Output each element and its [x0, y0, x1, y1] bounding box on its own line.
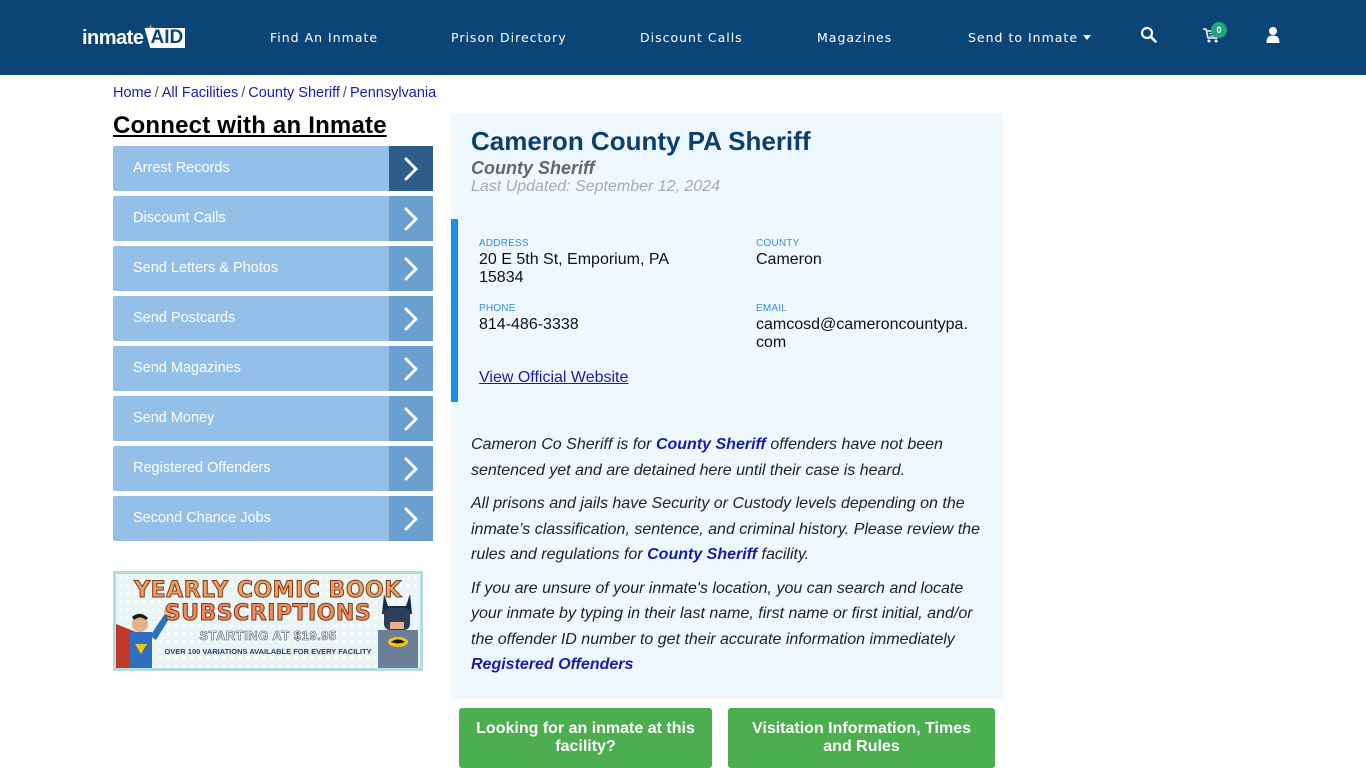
breadcrumb-pennsylvania[interactable]: Pennsylvania [350, 85, 436, 101]
sidebar-item-second-chance-jobs[interactable]: Second Chance Jobs [113, 496, 433, 541]
cart-count-badge: 0 [1211, 22, 1227, 38]
registered-offenders-link[interactable]: Registered Offenders [471, 656, 633, 673]
nav-link-send-to-inmate[interactable]: Send to Inmate [968, 30, 1078, 45]
chevron-right-icon [389, 496, 433, 541]
comic-subscription-ad-banner[interactable]: YEARLY COMIC BOOK SUBSCRIPTIONS STARTING… [113, 571, 423, 671]
sidebar-item-send-money[interactable]: Send Money [113, 396, 433, 441]
facility-card: Cameron County PA Sheriff County Sheriff… [451, 113, 1003, 699]
description-text: facility. [757, 546, 810, 563]
description-text: If you are unsure of your inmate's locat… [471, 579, 973, 648]
breadcrumb-separator: / [241, 85, 246, 101]
find-inmate-at-facility-button[interactable]: Looking for an inmate at this facility? [459, 708, 712, 768]
county-sheriff-link[interactable]: County Sheriff [647, 546, 757, 563]
phone-field: PHONE 814-486-3338 [479, 303, 679, 334]
sidebar-item-label: Send Postcards [133, 310, 236, 326]
breadcrumb-county-sheriff[interactable]: County Sheriff [248, 85, 340, 101]
sidebar-item-arrest-records[interactable]: Arrest Records [113, 146, 433, 191]
nav-link-find-inmate[interactable]: Find An Inmate [270, 30, 378, 45]
caret-down-icon [1083, 35, 1092, 40]
description-paragraph-1: Cameron Co Sheriff is for County Sheriff… [471, 432, 986, 483]
sidebar-item-send-postcards[interactable]: Send Postcards [113, 296, 433, 341]
nav-item-discount-calls[interactable]: Discount Calls [640, 0, 743, 75]
visitation-info-button[interactable]: Visitation Information, Times and Rules [728, 708, 995, 768]
email-label: EMAIL [756, 303, 788, 314]
chevron-right-icon [389, 346, 433, 391]
phone-value: 814-486-3338 [479, 316, 579, 333]
address-field: ADDRESS 20 E 5th St, Emporium, PA 15834 [479, 238, 689, 287]
ad-headline-1: YEARLY COMIC BOOK [134, 578, 402, 604]
nav-item-prison-directory[interactable]: Prison Directory [451, 0, 567, 75]
description-text: Cameron Co Sheriff is for [471, 436, 656, 453]
last-updated: Last Updated: September 12, 2024 [471, 178, 721, 195]
sidebar-item-registered-offenders[interactable]: Registered Offenders [113, 446, 433, 491]
county-value: Cameron [756, 251, 822, 268]
nav-item-find-inmate[interactable]: Find An Inmate [270, 0, 378, 75]
breadcrumb-separator: / [342, 85, 347, 101]
sidebar-menu: Arrest Records Discount Calls Send Lette… [113, 146, 433, 546]
phone-label: PHONE [479, 303, 516, 314]
official-website-link[interactable]: View Official Website [479, 369, 628, 387]
description-paragraph-3: If you are unsure of your inmate's locat… [471, 576, 986, 678]
county-label: COUNTY [756, 238, 800, 249]
top-navbar: inmate + AID Find An Inmate Prison Direc… [0, 0, 1366, 75]
chevron-right-icon [389, 296, 433, 341]
logo-text-aid: AID [144, 28, 186, 48]
sidebar-item-label: Send Letters & Photos [133, 260, 279, 276]
ad-tagline: OVER 100 VARIATIONS AVAILABLE FOR EVERY … [164, 647, 372, 656]
ad-headline-2: SUBSCRIPTIONS [164, 601, 372, 627]
nav-item-magazines[interactable]: Magazines [817, 0, 892, 75]
breadcrumb-home[interactable]: Home [113, 85, 152, 101]
sidebar-item-label: Second Chance Jobs [133, 510, 271, 526]
breadcrumb-separator: / [154, 85, 159, 101]
address-value: 20 E 5th St, Emporium, PA 15834 [479, 251, 669, 286]
facility-title: Cameron County PA Sheriff [471, 126, 811, 156]
sidebar-item-label: Send Magazines [133, 360, 242, 376]
search-icon[interactable] [1140, 26, 1160, 46]
breadcrumb: Home / All Facilities / County Sheriff / Penns… [113, 85, 436, 101]
nav-link-prison-directory[interactable]: Prison Directory [451, 30, 567, 45]
facility-description: Cameron Co Sheriff is for County Sheriff… [471, 432, 986, 686]
breadcrumb-all-facilities[interactable]: All Facilities [162, 85, 239, 101]
nav-item-send-to-inmate[interactable]: Send to Inmate [968, 0, 1092, 75]
sidebar-item-send-letters-photos[interactable]: Send Letters & Photos [113, 246, 433, 291]
logo-aid-wrap: + AID [144, 20, 186, 51]
facility-type: County Sheriff [471, 158, 595, 178]
nav-link-discount-calls[interactable]: Discount Calls [640, 30, 743, 45]
chevron-right-icon [389, 146, 433, 191]
county-field: COUNTY Cameron [756, 238, 956, 269]
user-icon[interactable] [1264, 26, 1284, 46]
facility-contact-info: ADDRESS 20 E 5th St, Emporium, PA 15834 … [451, 219, 1003, 402]
description-paragraph-2: All prisons and jails have Security or C… [471, 491, 986, 568]
chevron-right-icon [389, 196, 433, 241]
sidebar-item-discount-calls[interactable]: Discount Calls [113, 196, 433, 241]
email-value: camcosd@cameroncountypa.com [756, 316, 968, 351]
address-label: ADDRESS [479, 238, 529, 249]
chevron-right-icon [389, 246, 433, 291]
email-field: EMAIL camcosd@cameroncountypa.com [756, 303, 971, 352]
sidebar-item-label: Discount Calls [133, 210, 226, 226]
sidebar-title: Connect with an Inmate [113, 112, 387, 139]
county-sheriff-link[interactable]: County Sheriff [656, 436, 766, 453]
chevron-right-icon [389, 396, 433, 441]
sidebar-item-label: Arrest Records [133, 160, 230, 176]
inmateaid-logo[interactable]: inmate + AID [82, 20, 186, 51]
sidebar-item-send-magazines[interactable]: Send Magazines [113, 346, 433, 391]
sidebar-item-label: Send Money [133, 410, 215, 426]
logo-text-inmate: inmate [82, 27, 144, 49]
sidebar-item-label: Registered Offenders [133, 460, 271, 476]
chevron-right-icon [389, 446, 433, 491]
nav-link-magazines[interactable]: Magazines [817, 30, 892, 45]
ad-price-text: STARTING AT $19.95 [199, 628, 337, 644]
